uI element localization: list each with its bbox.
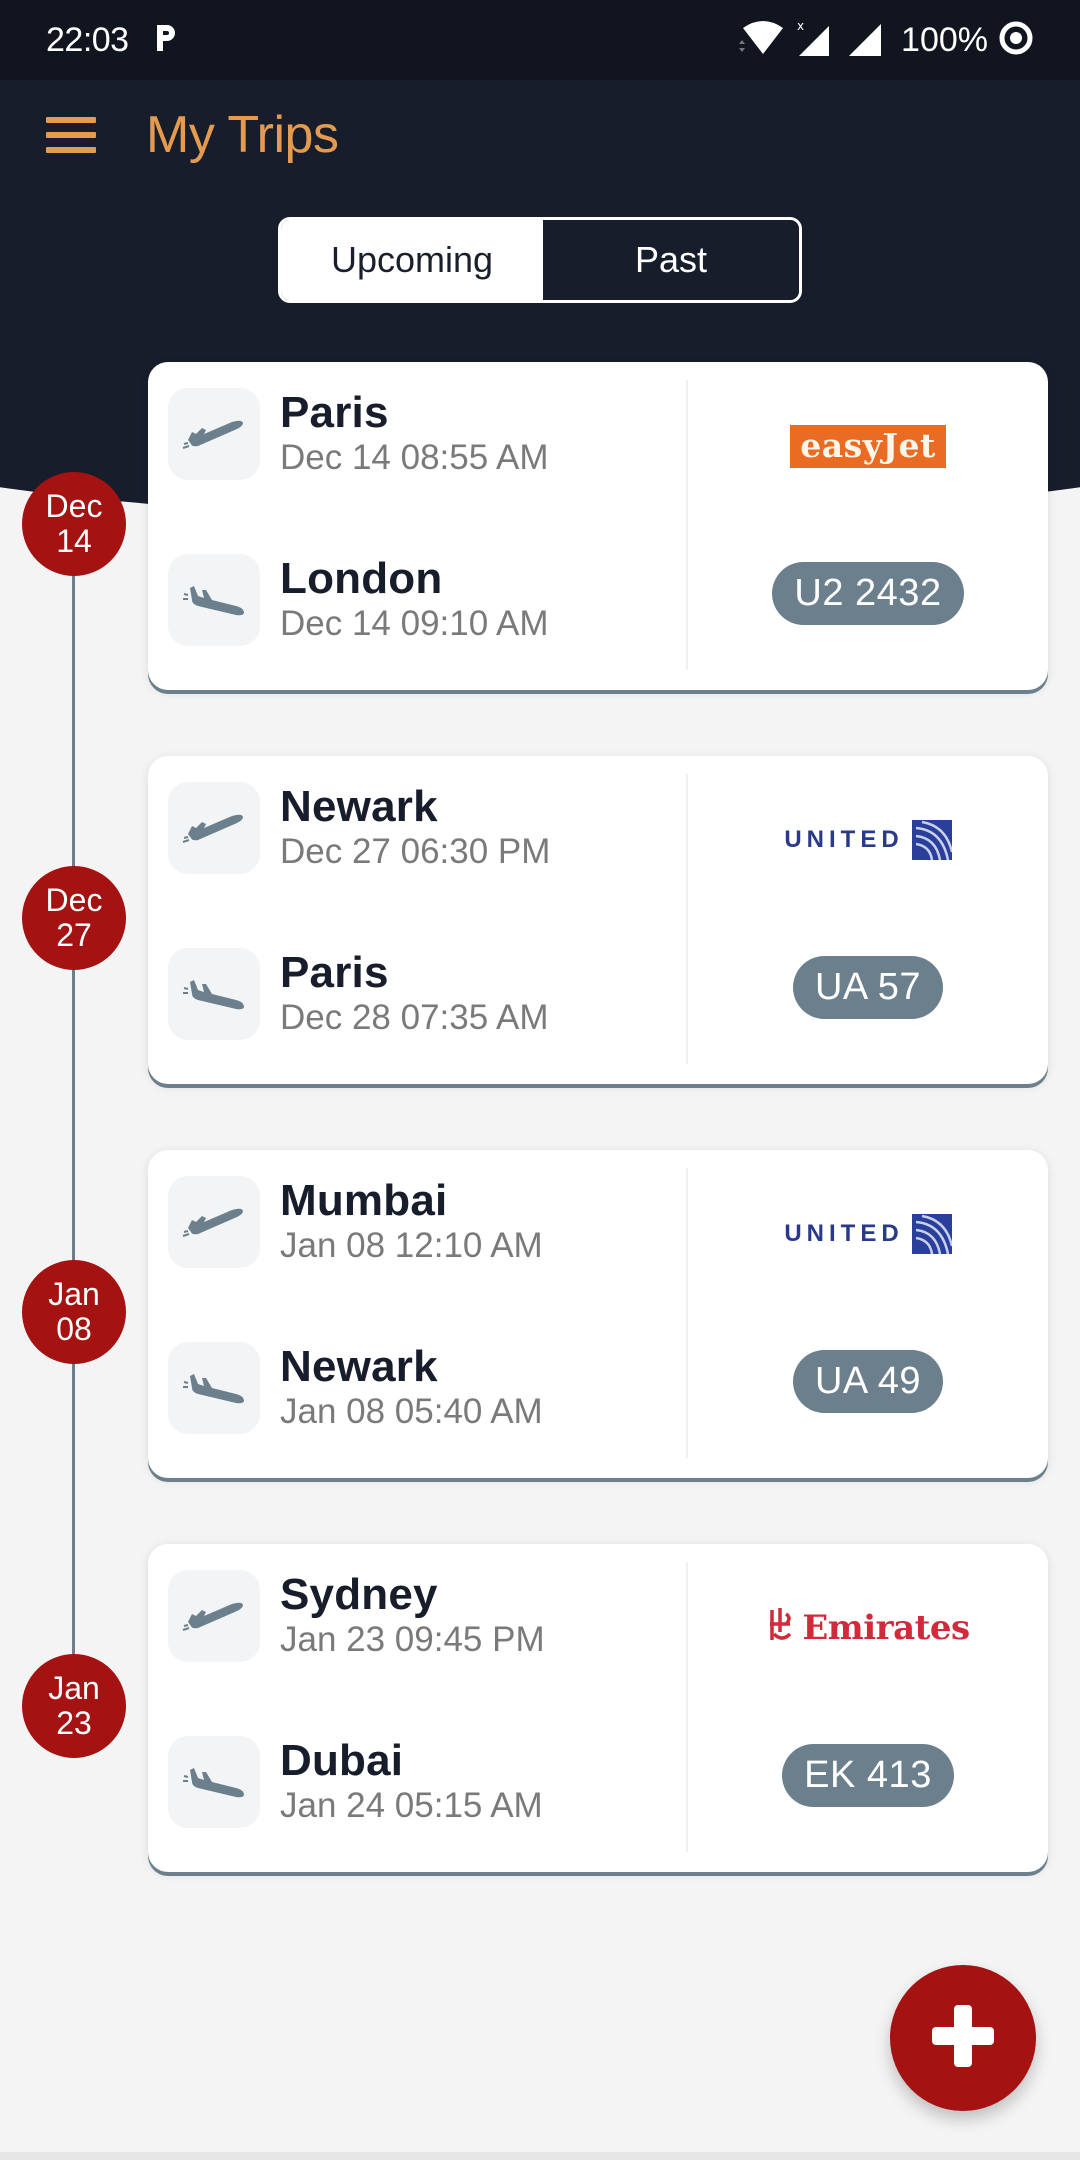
arrival-leg: Paris Dec 28 07:35 AM <box>168 944 688 1044</box>
takeoff-icon <box>168 1570 260 1662</box>
svg-text:x: x <box>797 19 804 33</box>
landing-icon <box>168 1342 260 1434</box>
landing-icon <box>168 948 260 1040</box>
flight-number-badge: UA 57 <box>792 956 944 1019</box>
arrival-city: Paris <box>280 947 389 997</box>
sync-icon <box>998 20 1034 61</box>
departure-leg: Mumbai Jan 08 12:10 AM <box>168 1172 688 1272</box>
tab-past[interactable]: Past <box>543 220 799 300</box>
flight-info: UNITED UA 57 <box>688 756 1048 1084</box>
screen: 22:03 x 100% My Trips Upcoming Past Dec … <box>0 0 1080 2160</box>
united-globe-icon <box>911 1214 952 1254</box>
easyjet-logo: easyJet <box>790 422 946 470</box>
arrival-time: Dec 14 09:10 AM <box>280 604 549 644</box>
takeoff-icon <box>168 1176 260 1268</box>
trip-legs: Sydney Jan 23 09:45 PM Dubai Jan 24 05:1… <box>148 1544 688 1872</box>
page-title: My Trips <box>146 106 339 164</box>
flight-number-badge: EK 413 <box>782 1744 954 1807</box>
arrival-leg: London Dec 14 09:10 AM <box>168 550 688 650</box>
arrival-leg: Newark Jan 08 05:40 AM <box>168 1338 688 1438</box>
add-trip-button[interactable] <box>890 1965 1036 2111</box>
card-divider <box>686 380 688 670</box>
emirates-logo-text: Emirates <box>802 1608 970 1648</box>
emirates-calligraphy-icon <box>766 1606 796 1651</box>
trip-legs: Paris Dec 14 08:55 AM London Dec 14 09:1… <box>148 362 688 690</box>
arrival-city: Newark <box>280 1341 438 1391</box>
takeoff-icon <box>168 388 260 480</box>
departure-city: Newark <box>280 781 438 831</box>
card-divider <box>686 1562 688 1852</box>
united-logo: UNITED <box>784 816 952 864</box>
date-month: Dec <box>45 881 103 918</box>
date-badge: Dec 14 <box>22 472 126 576</box>
wifi-icon <box>737 20 785 61</box>
date-badge: Dec 27 <box>22 866 126 970</box>
departure-leg: Paris Dec 14 08:55 AM <box>168 384 688 484</box>
departure-time: Dec 14 08:55 AM <box>280 438 549 478</box>
arrival-city: London <box>280 553 443 603</box>
trip-card[interactable]: Sydney Jan 23 09:45 PM Dubai Jan 24 05:1… <box>148 1544 1048 1872</box>
date-month: Jan <box>48 1669 100 1706</box>
card-divider <box>686 774 688 1064</box>
departure-city: Sydney <box>280 1569 438 1619</box>
flight-info: Emirates EK 413 <box>688 1544 1048 1872</box>
united-globe-icon <box>911 820 952 860</box>
easyjet-logo-text: easyJet <box>790 424 946 468</box>
plus-icon <box>930 2003 996 2074</box>
date-month: Jan <box>48 1275 100 1312</box>
arrival-city: Dubai <box>280 1735 404 1785</box>
departure-city: Mumbai <box>280 1175 448 1225</box>
departure-leg: Newark Dec 27 06:30 PM <box>168 778 688 878</box>
app-bar: My Trips <box>0 80 1080 190</box>
date-month: Dec <box>45 487 103 524</box>
arrival-time: Jan 08 05:40 AM <box>280 1392 543 1432</box>
trip-legs: Newark Dec 27 06:30 PM Paris Dec 28 07:3… <box>148 756 688 1084</box>
status-bar: 22:03 x 100% <box>0 0 1080 80</box>
emirates-logo: Emirates <box>766 1604 970 1652</box>
united-logo: UNITED <box>784 1210 952 1258</box>
arrival-time: Jan 24 05:15 AM <box>280 1786 543 1826</box>
date-day: 23 <box>56 1705 92 1741</box>
battery-percentage: 100% <box>901 20 988 59</box>
takeoff-icon <box>168 782 260 874</box>
departure-time: Jan 08 12:10 AM <box>280 1226 543 1266</box>
date-day: 27 <box>56 917 92 953</box>
date-badge: Jan 23 <box>22 1654 126 1758</box>
tab-upcoming[interactable]: Upcoming <box>281 220 543 300</box>
flight-number-badge: U2 2432 <box>772 562 964 625</box>
signal-icon <box>847 18 885 63</box>
hamburger-menu-icon[interactable] <box>46 117 96 153</box>
arrival-leg: Dubai Jan 24 05:15 AM <box>168 1732 688 1832</box>
trip-legs: Mumbai Jan 08 12:10 AM Newark Jan 08 05:… <box>148 1150 688 1478</box>
signal-no-data-icon: x <box>795 18 837 63</box>
card-divider <box>686 1168 688 1458</box>
departure-time: Jan 23 09:45 PM <box>280 1620 545 1660</box>
navigation-bar-edge <box>0 2152 1080 2160</box>
trip-card[interactable]: Newark Dec 27 06:30 PM Paris Dec 28 07:3… <box>148 756 1048 1084</box>
departure-city: Paris <box>280 387 389 437</box>
trip-filter-tabs: Upcoming Past <box>278 217 802 303</box>
landing-icon <box>168 1736 260 1828</box>
departure-leg: Sydney Jan 23 09:45 PM <box>168 1566 688 1666</box>
flight-info: easyJet U2 2432 <box>688 362 1048 690</box>
departure-time: Dec 27 06:30 PM <box>280 832 551 872</box>
trip-card[interactable]: Mumbai Jan 08 12:10 AM Newark Jan 08 05:… <box>148 1150 1048 1478</box>
flight-number-badge: UA 49 <box>792 1350 944 1413</box>
p-icon <box>155 23 177 58</box>
timeline-line <box>72 520 75 1710</box>
date-day: 14 <box>56 523 92 559</box>
flight-info: UNITED UA 49 <box>688 1150 1048 1478</box>
united-logo-text: UNITED <box>784 826 904 853</box>
arrival-time: Dec 28 07:35 AM <box>280 998 549 1038</box>
date-day: 08 <box>56 1311 92 1347</box>
united-logo-text: UNITED <box>784 1220 904 1247</box>
date-badge: Jan 08 <box>22 1260 126 1364</box>
landing-icon <box>168 554 260 646</box>
status-time: 22:03 <box>46 20 129 59</box>
trip-card[interactable]: Paris Dec 14 08:55 AM London Dec 14 09:1… <box>148 362 1048 690</box>
